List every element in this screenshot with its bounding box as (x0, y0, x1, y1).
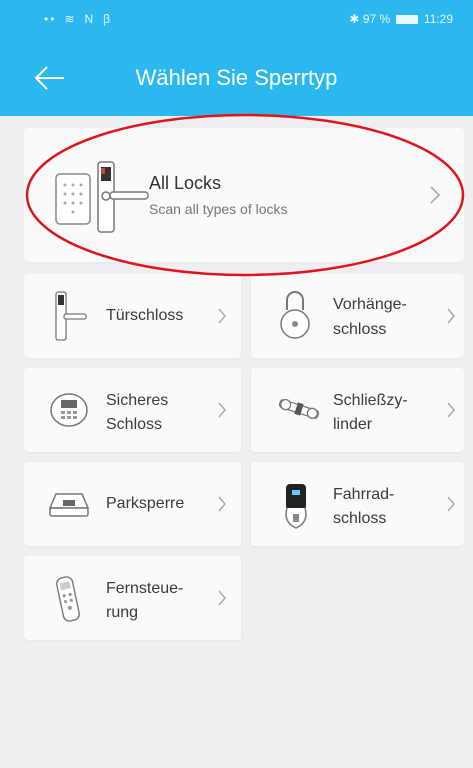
lock-type-label-line1: Vorhänge- (333, 296, 407, 313)
lock-type-label-line2: schloss (333, 510, 387, 527)
chevron-right-icon (446, 496, 456, 517)
padlock-icon (280, 291, 310, 339)
lock-type-label-line2: linder (333, 416, 373, 433)
lock-type-label-line1: Fernsteue- (106, 580, 184, 597)
chevron-right-icon (217, 308, 227, 329)
lock-type-fernsteuerung[interactable]: Fernsteue- rung (24, 556, 241, 640)
bike-lock-icon (285, 484, 307, 529)
chevron-right-icon (217, 590, 227, 611)
status-time: 11:29 (423, 12, 453, 26)
all-locks-subtitle: Scan all types of locks (149, 201, 288, 217)
lock-type-tuerschloss[interactable]: Türschloss (24, 274, 241, 358)
chevron-right-icon (446, 402, 456, 423)
chevron-right-icon (217, 402, 227, 423)
lock-type-label-line2: rung (106, 604, 139, 621)
lock-type-label-line1: Sicheres (106, 392, 169, 409)
battery-percent: 97 % (362, 12, 391, 26)
status-right: ✱ 97 % 11:29 (349, 12, 453, 26)
lock-type-sicheres-schloss[interactable]: Sicheres Schloss (24, 368, 241, 452)
lock-type-label: Türschloss (106, 307, 184, 324)
safe-lock-icon (50, 393, 88, 427)
lock-type-label-line2: schloss (333, 321, 387, 338)
door-lock-icon (55, 291, 87, 341)
all-locks-title: All Locks (149, 173, 222, 193)
bluetooth-icon: ✱ (349, 12, 360, 26)
lock-type-vorhaengeschloss[interactable]: Vorhänge- schloss (251, 274, 464, 358)
lock-type-parksperre[interactable]: Parksperre (24, 462, 241, 546)
smart-door-lock-icon (55, 161, 149, 233)
app-header: •• ≋ N β ✱ 97 % 11:29 Wählen Sie Sperrty… (0, 0, 473, 116)
lock-type-label-line1: Fahrrad- (333, 486, 395, 503)
chevron-right-icon (446, 308, 456, 329)
remote-control-icon (56, 576, 80, 622)
lock-type-schliesszylinder[interactable]: Schließzy- linder (251, 368, 464, 452)
chevron-right-icon (217, 496, 227, 517)
lock-type-fahrradschloss[interactable]: Fahrrad- schloss (251, 462, 464, 546)
lock-cylinder-icon (278, 399, 320, 419)
lock-type-label: Parksperre (106, 495, 185, 512)
battery-icon (395, 15, 418, 24)
status-signal-icons: •• ≋ N β (36, 12, 113, 26)
parking-lock-icon (48, 493, 90, 517)
all-locks-card[interactable] (24, 128, 464, 262)
lock-type-label-line2: Schloss (106, 416, 163, 433)
lock-type-label-line1: Schließzy- (333, 392, 408, 409)
page-title: Wählen Sie Sperrtyp (135, 65, 338, 90)
status-bar: •• ≋ N β ✱ 97 % 11:29 (0, 0, 473, 40)
chevron-right-icon (429, 185, 441, 210)
